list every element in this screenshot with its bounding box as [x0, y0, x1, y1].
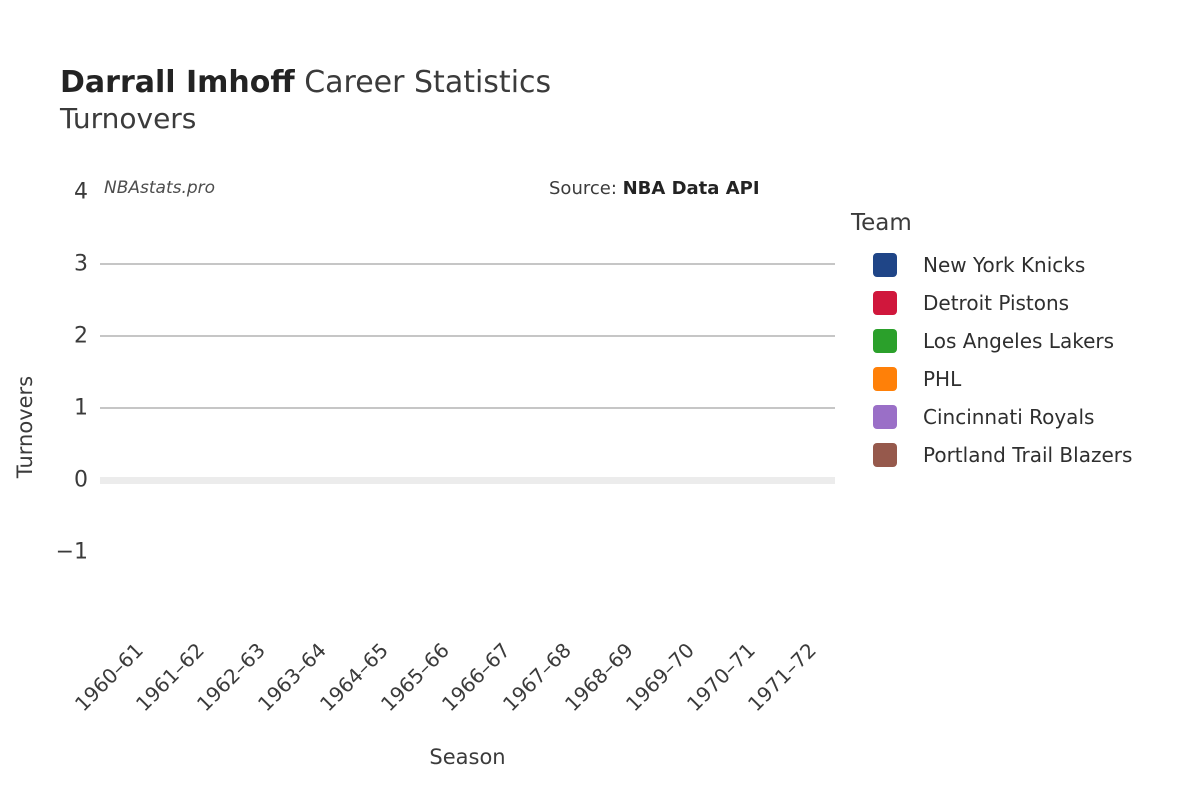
- legend-item[interactable]: Cincinnati Royals: [851, 398, 1196, 436]
- legend-item-label: Los Angeles Lakers: [923, 329, 1115, 353]
- legend-color-swatch-icon: [873, 405, 897, 429]
- legend-item[interactable]: Portland Trail Blazers: [851, 436, 1196, 474]
- y-tick-label: 0: [74, 467, 88, 493]
- page-title: Darrall Imhoff Career Statistics: [60, 66, 860, 100]
- legend-color-swatch-icon: [873, 443, 897, 467]
- legend: Team New York Knicks Detroit Pistons Los A…: [851, 210, 1196, 474]
- y-tick-label: 4: [74, 179, 88, 205]
- y-tick-label: 1: [74, 395, 88, 421]
- legend-item[interactable]: PHL: [851, 360, 1196, 398]
- title-suffix: Career Statistics: [294, 65, 552, 100]
- legend-color-swatch-icon: [873, 253, 897, 277]
- chart-subtitle: Turnovers: [60, 102, 197, 135]
- x-axis-label: Season: [429, 745, 506, 769]
- player-name: Darrall Imhoff: [60, 65, 295, 100]
- legend-item[interactable]: Detroit Pistons: [851, 284, 1196, 322]
- bars-layer: [100, 192, 835, 552]
- legend-item-label: New York Knicks: [923, 253, 1086, 277]
- legend-item-label: Portland Trail Blazers: [923, 443, 1133, 467]
- y-tick-label: 2: [74, 323, 88, 349]
- legend-items: New York Knicks Detroit Pistons Los Angele…: [851, 246, 1196, 474]
- legend-item[interactable]: New York Knicks: [851, 246, 1196, 284]
- legend-item-label: Detroit Pistons: [923, 291, 1070, 315]
- legend-color-swatch-icon: [873, 291, 897, 315]
- y-tick-label: 3: [74, 251, 88, 277]
- legend-item-label: Cincinnati Royals: [923, 405, 1095, 429]
- legend-color-swatch-icon: [873, 329, 897, 353]
- y-tick-label: −1: [55, 539, 88, 565]
- chart-header: Darrall Imhoff Career Statistics Turnove…: [60, 66, 860, 136]
- y-axis-ticks: 4 3 2 1 0 −1: [42, 180, 88, 565]
- x-axis-ticks: 1960–61 1961–62 1962–63 1963–64 1964–65 1965–…: [70, 560, 835, 716]
- legend-item[interactable]: Los Angeles Lakers: [851, 322, 1196, 360]
- plot-area: [100, 192, 835, 552]
- legend-color-swatch-icon: [873, 367, 897, 391]
- legend-title: Team: [851, 210, 912, 236]
- legend-item-label: PHL: [923, 367, 962, 391]
- y-axis-label: Turnovers: [13, 375, 37, 479]
